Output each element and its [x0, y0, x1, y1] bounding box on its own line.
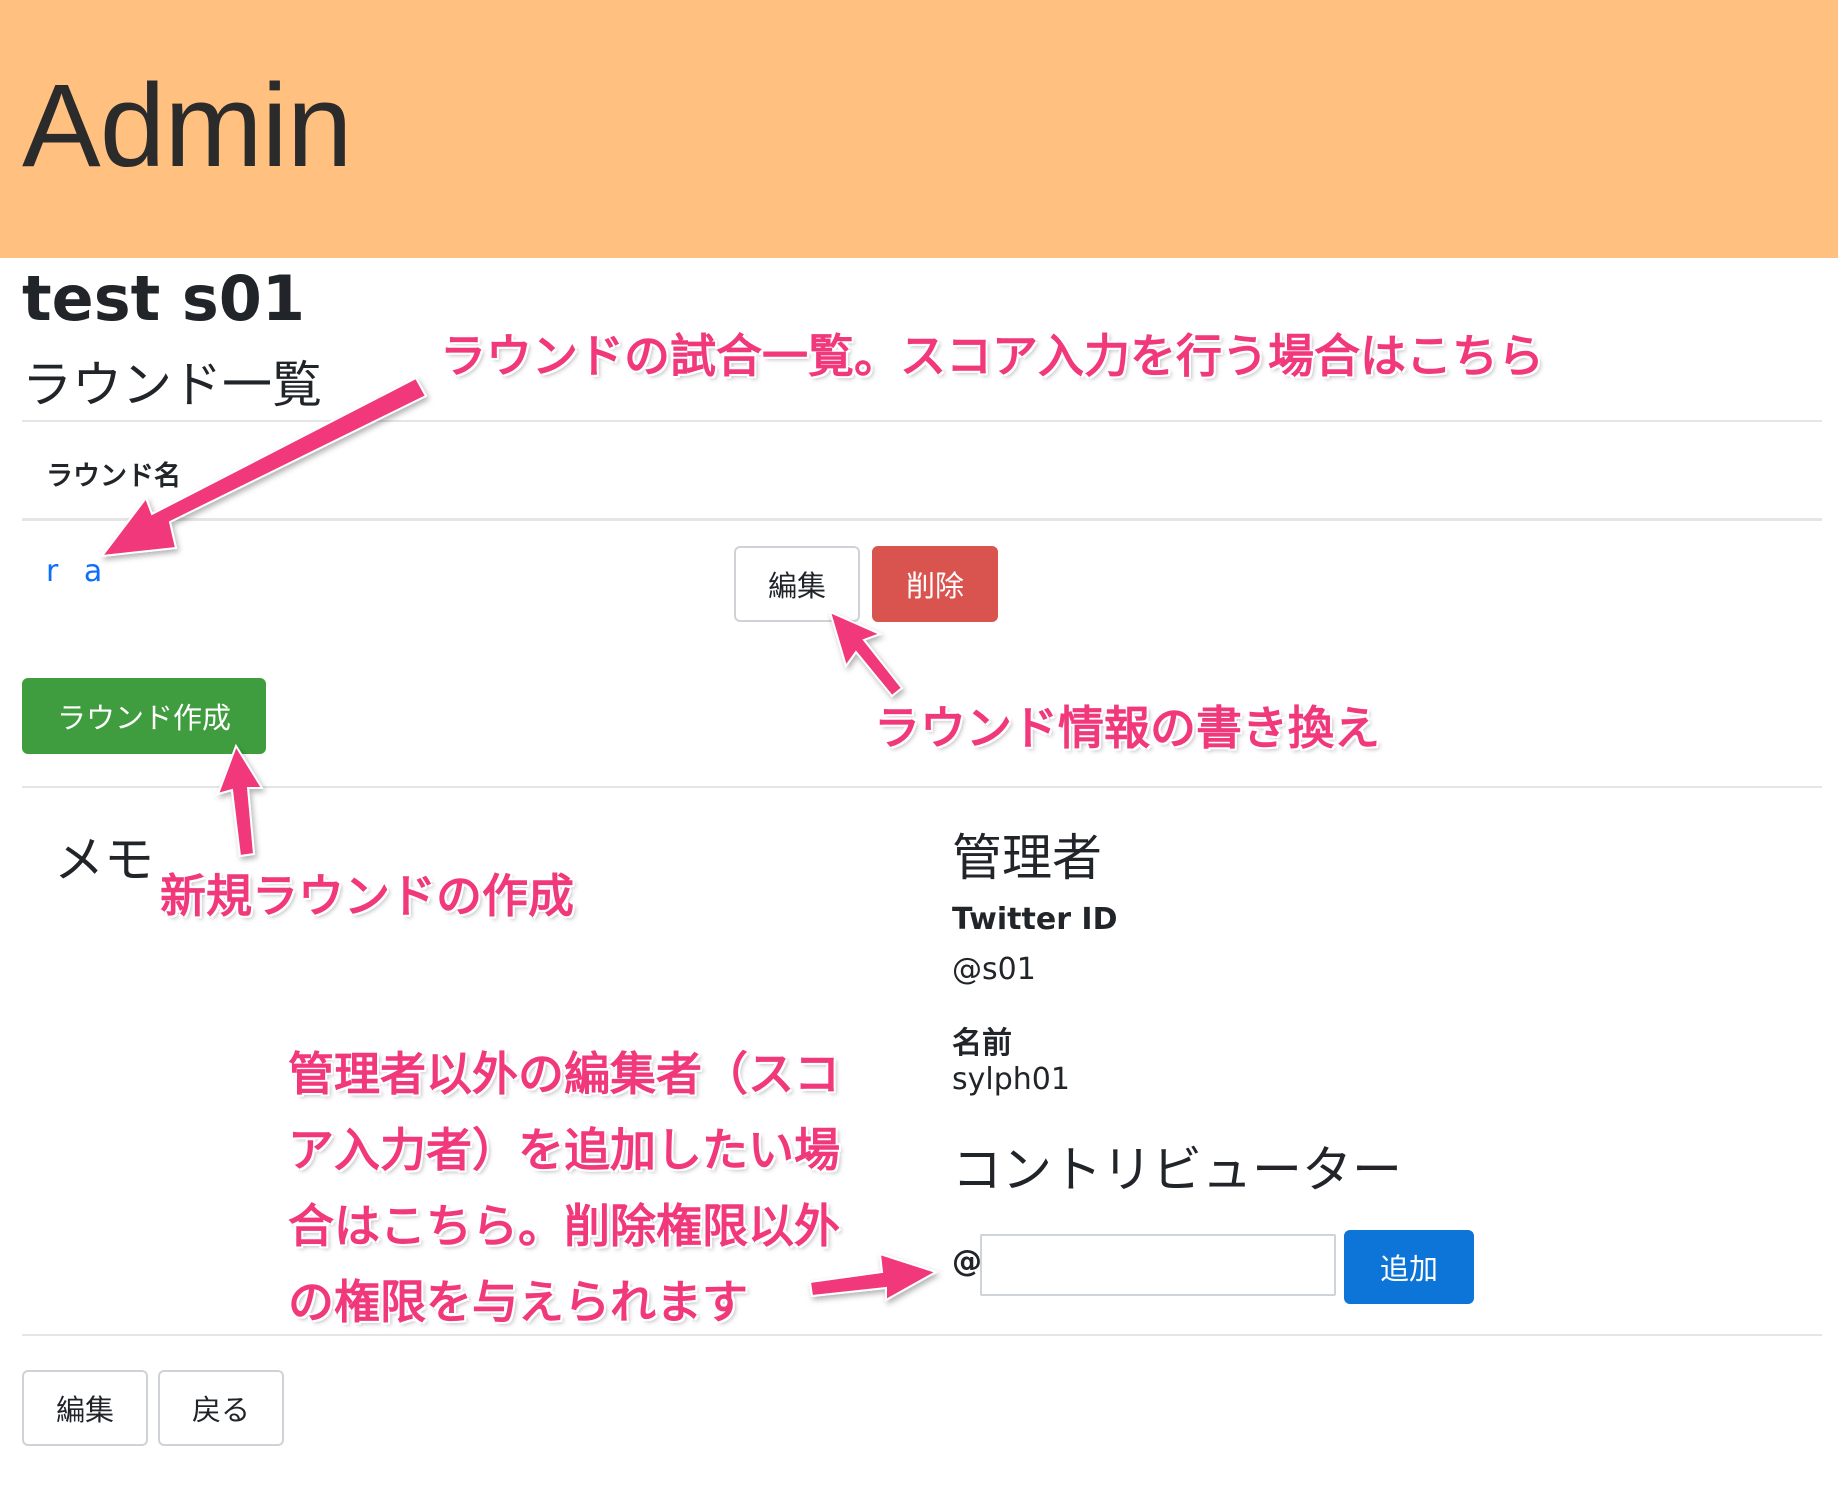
page: Admin test s01 ラウンド一覧 ラウンド名 r a 編集 削除 ラウ…: [0, 0, 1838, 1504]
at-prefix: @: [952, 1244, 982, 1279]
admin-title: 管理者: [952, 829, 1102, 887]
divider: [22, 420, 1822, 422]
annotation-contributor-line: 管理者以外の編集者（スコ: [288, 1047, 840, 1101]
divider: [22, 786, 1822, 788]
annotation-create-round: 新規ラウンドの作成: [160, 869, 574, 923]
edit-round-button[interactable]: 編集: [734, 546, 860, 622]
rounds-section-title: ラウンド一覧: [22, 356, 322, 414]
table-header-divider: [22, 518, 1822, 521]
annotation-contributor-line: ア入力者）を追加したい場: [288, 1123, 840, 1177]
admin-name-value: sylph01: [952, 1062, 1070, 1097]
annotation-contributor-line: 合はこちら。削除権限以外: [288, 1199, 840, 1253]
annotation-contributor-line: の権限を与えられます: [288, 1275, 748, 1329]
arrow-to-edit-round-icon: [828, 610, 904, 698]
contributors-title: コントリビューター: [952, 1141, 1402, 1199]
annotation-rounds-list: ラウンドの試合一覧。スコア入力を行う場合はこちら: [440, 329, 1544, 383]
create-round-button[interactable]: ラウンド作成: [22, 678, 266, 754]
event-title: test s01: [22, 262, 305, 335]
annotation-edit-round: ラウンド情報の書き換え: [874, 701, 1380, 755]
memo-title: メモ: [54, 831, 154, 889]
back-button[interactable]: 戻る: [158, 1370, 284, 1446]
edit-event-button[interactable]: 編集: [22, 1370, 148, 1446]
round-link[interactable]: r a: [46, 554, 110, 589]
contributor-input[interactable]: [980, 1234, 1336, 1296]
admin-name-label: 名前: [952, 1026, 1012, 1061]
header-banner: Admin: [0, 0, 1838, 258]
twitter-id-label: Twitter ID: [952, 902, 1118, 937]
app-title: Admin: [22, 60, 352, 192]
delete-round-button[interactable]: 削除: [872, 546, 998, 622]
arrow-to-create-round-icon: [216, 743, 264, 858]
twitter-id-value: @s01: [952, 952, 1036, 987]
round-name-column-header: ラウンド名: [46, 461, 181, 492]
add-contributor-button[interactable]: 追加: [1344, 1230, 1474, 1304]
